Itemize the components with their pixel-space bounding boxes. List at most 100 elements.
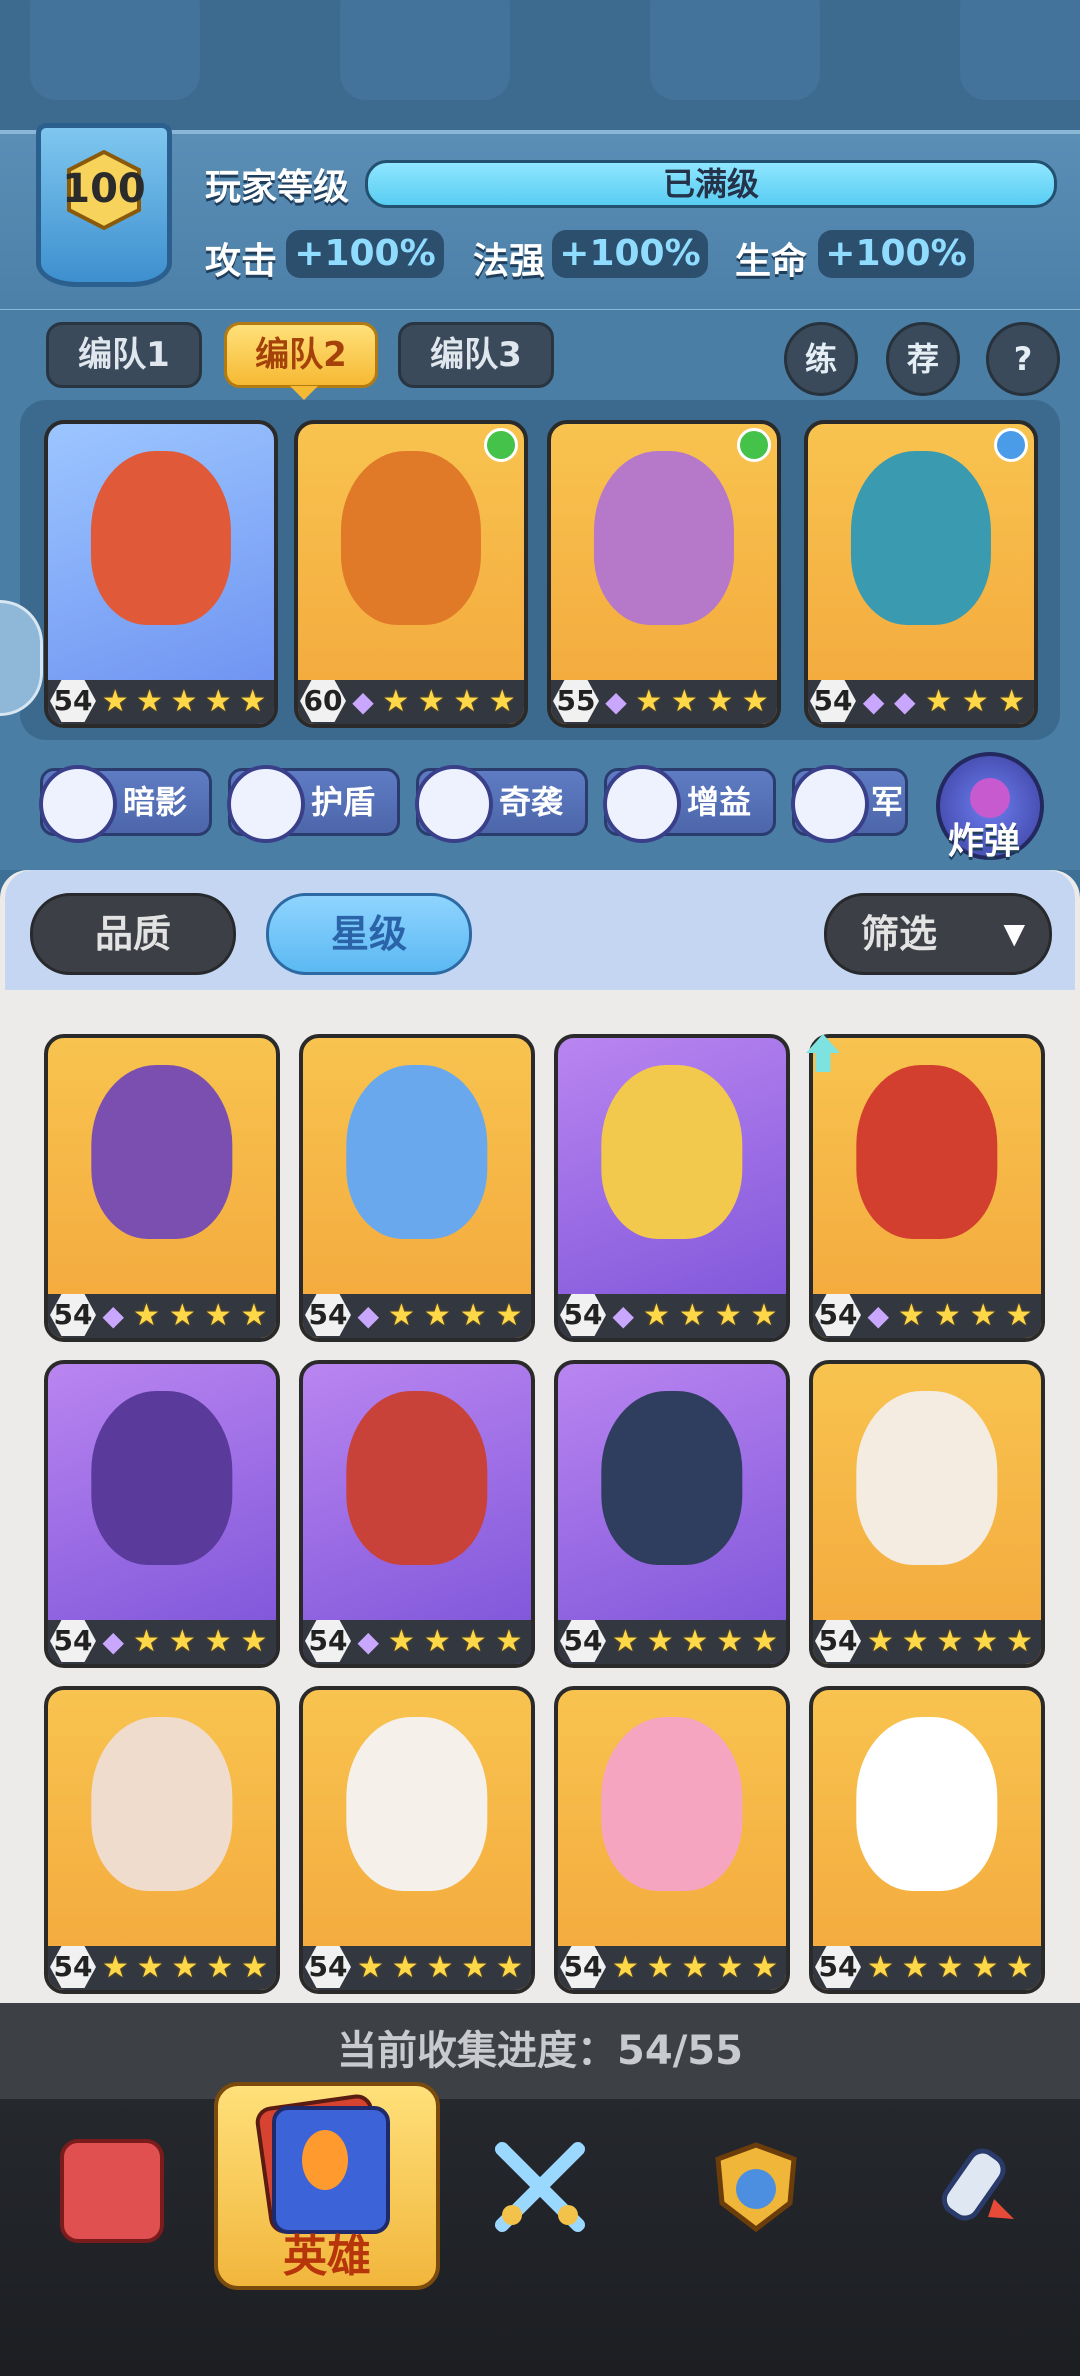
- star-icon: ★: [101, 1950, 129, 1985]
- star-rating: ◆ ★ ★ ★ ★: [348, 684, 520, 720]
- hero-card[interactable]: 54 ★ ★ ★ ★ ★: [44, 1686, 280, 1994]
- star-icon: ★: [901, 1624, 929, 1659]
- star-icon: ★: [132, 1624, 160, 1659]
- nav-hero[interactable]: 英雄: [214, 2082, 440, 2290]
- star-icon: ★: [204, 1624, 232, 1659]
- player-level-badge[interactable]: 100: [36, 123, 172, 287]
- hero-card[interactable]: 54 ◆ ★ ★ ★ ★: [44, 1360, 280, 1668]
- lineup-hero-card[interactable]: 54 ◆ ◆ ★ ★ ★: [804, 420, 1038, 728]
- type-chip-army[interactable]: 军: [791, 765, 908, 843]
- star-icon: ★: [241, 1950, 269, 1985]
- gem-icon: ◆: [102, 1625, 125, 1658]
- nav-guild[interactable]: [648, 2099, 864, 2279]
- gem-icon: ◆: [862, 685, 885, 718]
- star-icon: ★: [136, 684, 164, 719]
- hero-portrait: [91, 1717, 233, 1891]
- star-icon: ★: [423, 1298, 451, 1333]
- star-icon: ★: [170, 684, 198, 719]
- buff-type-icon: [603, 765, 681, 843]
- hero-card[interactable]: 54 ◆ ★ ★ ★ ★: [299, 1034, 535, 1342]
- help-button[interactable]: ?: [986, 322, 1060, 396]
- star-icon: ★: [391, 1950, 419, 1985]
- crossed-swords-icon: [495, 2142, 585, 2232]
- tab-team-2[interactable]: 编队2: [224, 322, 378, 388]
- stat-value-health: +100%: [818, 230, 974, 278]
- hero-card[interactable]: 54 ★ ★ ★ ★ ★: [554, 1686, 790, 1994]
- train-button[interactable]: 练: [784, 322, 858, 396]
- star-icon: ★: [611, 1624, 639, 1659]
- hero-card[interactable]: 54 ★ ★ ★ ★ ★: [554, 1360, 790, 1668]
- star-icon: ★: [204, 684, 232, 719]
- bg-tile: [30, 0, 200, 100]
- star-icon: ★: [382, 684, 410, 719]
- star-icon: ★: [168, 1624, 196, 1659]
- sort-star-button[interactable]: 星级: [266, 893, 472, 975]
- filter-label: 筛选: [861, 912, 938, 956]
- tab-team-3[interactable]: 编队3: [398, 322, 554, 388]
- nav-hero-label: 英雄: [283, 2231, 371, 2282]
- recommend-button[interactable]: 荐: [886, 322, 960, 396]
- rocket-icon: [941, 2148, 1014, 2221]
- star-icon: ★: [681, 1624, 709, 1659]
- type-chip-buff[interactable]: 增益: [603, 765, 776, 843]
- star-icon: ★: [387, 1624, 415, 1659]
- star-rating: ◆ ★ ★ ★ ★: [863, 1298, 1037, 1334]
- star-rating: ◆ ★ ★ ★ ★: [98, 1624, 272, 1660]
- star-icon: ★: [488, 684, 516, 719]
- hero-card[interactable]: 54 ★ ★ ★ ★ ★: [299, 1686, 535, 1994]
- bomb-label: 炸弹: [948, 821, 1021, 862]
- chevron-down-icon: ▼: [1003, 917, 1025, 950]
- top-background: [0, 0, 1080, 130]
- star-icon: ★: [678, 1298, 706, 1333]
- lineup-hero-card[interactable]: 55 ◆ ★ ★ ★ ★: [547, 420, 781, 728]
- star-icon: ★: [706, 684, 734, 719]
- type-chip-label: 奇袭: [499, 783, 564, 821]
- hero-card[interactable]: 54 ◆ ★ ★ ★ ★: [554, 1034, 790, 1342]
- type-chip-ambush[interactable]: 奇袭: [415, 765, 588, 843]
- star-rating: ★ ★ ★ ★ ★: [608, 1624, 782, 1660]
- lineup-hero-card[interactable]: 54 ★ ★ ★ ★ ★: [44, 420, 278, 728]
- star-icon: ★: [971, 1950, 999, 1985]
- hero-portrait: [601, 1065, 743, 1239]
- star-icon: ★: [206, 1950, 234, 1985]
- star-icon: ★: [453, 684, 481, 719]
- type-chip-label: 护盾: [311, 783, 376, 821]
- hero-card[interactable]: 54 ★ ★ ★ ★ ★: [809, 1360, 1045, 1668]
- lineup-hero-card[interactable]: 60 ◆ ★ ★ ★ ★: [294, 420, 528, 728]
- star-icon: ★: [936, 1624, 964, 1659]
- level-progress-bar: 已满级: [365, 160, 1057, 208]
- hero-card[interactable]: 54 ★ ★ ★ ★ ★: [809, 1686, 1045, 1994]
- nav-rocket[interactable]: [864, 2099, 1080, 2279]
- star-rating: ◆ ★ ★ ★ ★: [608, 1298, 782, 1334]
- nav-battle[interactable]: [432, 2099, 648, 2279]
- star-icon: ★: [936, 1950, 964, 1985]
- type-chip-shadow[interactable]: 暗影: [39, 765, 212, 843]
- hero-card[interactable]: 54 ◆ ★ ★ ★ ★: [809, 1034, 1045, 1342]
- star-icon: ★: [925, 684, 953, 719]
- star-rating: ★ ★ ★ ★ ★: [98, 1950, 272, 1986]
- star-icon: ★: [933, 1298, 961, 1333]
- star-icon: ★: [459, 1298, 487, 1333]
- bg-tile: [960, 0, 1080, 100]
- nav-shop[interactable]: [0, 2099, 216, 2279]
- star-icon: ★: [681, 1950, 709, 1985]
- gem-icon: ◆: [352, 685, 374, 718]
- filter-dropdown[interactable]: 筛选 ▼: [824, 893, 1052, 975]
- star-rating: ◆ ★ ★ ★ ★: [353, 1298, 527, 1334]
- hero-portrait: [856, 1717, 998, 1891]
- sort-quality-button[interactable]: 品质: [30, 893, 236, 975]
- guild-shield-icon: [715, 2142, 797, 2233]
- star-rating: ◆ ★ ★ ★ ★: [98, 1298, 272, 1334]
- stat-label-attack: 攻击: [205, 241, 278, 282]
- star-icon: ★: [132, 1298, 160, 1333]
- hero-portrait: [601, 1717, 743, 1891]
- hero-card[interactable]: 54 ◆ ★ ★ ★ ★: [299, 1360, 535, 1668]
- tab-team-1[interactable]: 编队1: [46, 322, 202, 388]
- shop-icon: [60, 2139, 164, 2243]
- gem-icon: ◆: [357, 1299, 380, 1332]
- star-icon: ★: [459, 1624, 487, 1659]
- gem-icon: ◆: [357, 1625, 380, 1658]
- hero-card[interactable]: 54 ◆ ★ ★ ★ ★: [44, 1034, 280, 1342]
- gem-icon: ◆: [612, 1299, 635, 1332]
- type-chip-shield[interactable]: 护盾: [227, 765, 400, 843]
